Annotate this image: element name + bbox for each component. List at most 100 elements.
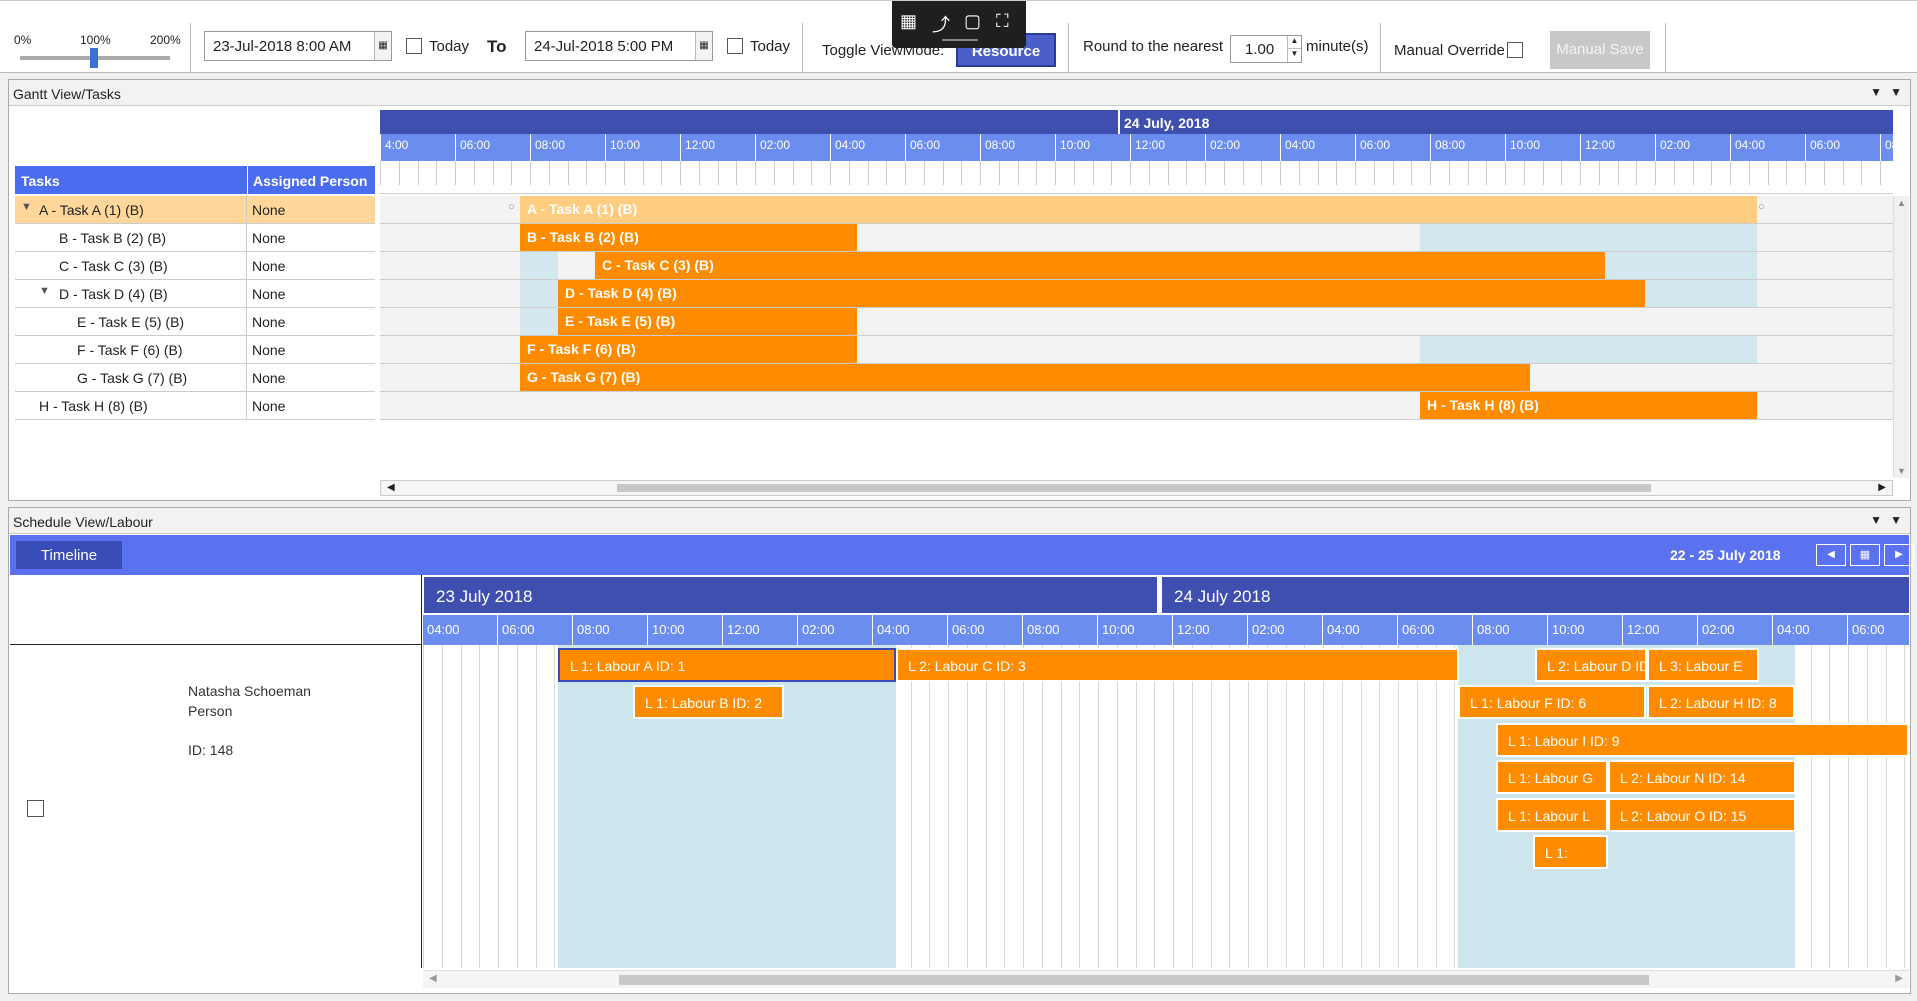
- minor-gridline: [961, 161, 963, 185]
- manual-override-checkbox[interactable]: [1507, 42, 1523, 58]
- calendar-button[interactable]: ▦: [1850, 544, 1880, 566]
- minor-gridline: [980, 161, 981, 185]
- hour-tick: 12:00: [1622, 615, 1697, 645]
- labour-bar-b[interactable]: L 1: Labour B ID: 2: [633, 685, 784, 719]
- task-person: None: [252, 398, 286, 414]
- labour-bar-o[interactable]: L 2: Labour O ID: 15: [1608, 798, 1796, 832]
- round-label: Round to the nearest: [1083, 38, 1224, 55]
- minor-gridline: [1617, 161, 1619, 185]
- start-date-input[interactable]: 23-Jul-2018 8:00 AM ▦: [204, 31, 392, 61]
- capture-settings-icon[interactable]: ▦: [900, 11, 917, 32]
- labour-bar-a[interactable]: L 1: Labour A ID: 1: [558, 648, 896, 682]
- task-name: B - Task B (2) (B): [59, 230, 167, 246]
- round-stepper[interactable]: 1.00 ▲ ▼: [1230, 35, 1302, 63]
- labour-bar-l[interactable]: L 1: Labour L: [1496, 798, 1608, 832]
- labour-bar-e[interactable]: L 3: Labour E: [1647, 648, 1759, 682]
- stepper-up-icon[interactable]: ▲: [1287, 36, 1301, 49]
- labour-bar-n[interactable]: L 2: Labour N ID: 14: [1608, 760, 1796, 794]
- labour-bar-g[interactable]: L 1: Labour G: [1496, 760, 1608, 794]
- labour-bar-partial[interactable]: L 1:: [1533, 835, 1608, 869]
- minor-gridline: [942, 161, 944, 185]
- prev-range-button[interactable]: ◀: [1816, 544, 1846, 566]
- scroll-right-icon[interactable]: ▶: [1895, 973, 1903, 984]
- labour-bar-i[interactable]: L 1: Labour I ID: 9: [1496, 723, 1909, 757]
- end-today-checkbox[interactable]: [727, 38, 743, 54]
- labour-bar-f[interactable]: L 1: Labour F ID: 6: [1458, 685, 1646, 719]
- task-row[interactable]: H - Task H (8) (B) None: [15, 392, 375, 420]
- zoom-mid-label: 100%: [80, 33, 111, 47]
- col-tasks-header[interactable]: Tasks: [21, 173, 60, 189]
- task-name: C - Task C (3) (B): [59, 258, 168, 274]
- pointer-capture-icon[interactable]: ⤴: [932, 11, 950, 37]
- scroll-left-icon[interactable]: ◀: [387, 482, 395, 493]
- scroll-left-icon[interactable]: ◀: [429, 973, 437, 984]
- stepper-down-icon[interactable]: ▼: [1287, 49, 1301, 62]
- resource-name: Natasha Schoeman: [188, 683, 311, 699]
- task-name: G - Task G (7) (B): [77, 370, 188, 386]
- gantt-bar-d[interactable]: D - Task D (4) (B): [558, 280, 1645, 307]
- gantt-bar-e[interactable]: E - Task E (5) (B): [558, 308, 857, 335]
- minor-gridline: [929, 645, 931, 968]
- fullscreen-capture-icon[interactable]: ⛶: [996, 11, 1009, 32]
- task-row[interactable]: B - Task B (2) (B) None: [15, 224, 375, 252]
- bar-handle-icon[interactable]: ○: [508, 201, 515, 213]
- labour-bar-d[interactable]: L 2: Labour D ID: 4: [1535, 648, 1647, 682]
- minor-gridline: [1430, 161, 1431, 185]
- minor-gridline: [417, 161, 419, 185]
- task-row[interactable]: ▼ A - Task A (1) (B) None: [15, 196, 375, 224]
- zoom-slider-thumb[interactable]: [90, 48, 98, 68]
- task-row[interactable]: G - Task G (7) (B) None: [15, 364, 375, 392]
- dropdown-icon[interactable]: ▼: [1870, 85, 1882, 99]
- region-capture-icon[interactable]: ▢: [964, 11, 981, 32]
- minor-gridline: [1392, 161, 1394, 185]
- hour-tick: 12:00: [1130, 134, 1205, 161]
- minor-gridline: [1304, 645, 1306, 968]
- scrollbar-thumb[interactable]: [619, 975, 1649, 985]
- gantt-bar-h[interactable]: H - Task H (8) (B): [1420, 392, 1757, 419]
- pin-icon[interactable]: ▼: [1890, 85, 1902, 99]
- timeline-tab[interactable]: Timeline: [16, 541, 122, 569]
- collapse-icon[interactable]: ▼: [21, 201, 32, 213]
- gantt-summary-bar-a[interactable]: A - Task A (1) (B): [520, 196, 1757, 223]
- task-name: A - Task A (1) (B): [39, 202, 144, 218]
- start-today-checkbox[interactable]: [406, 38, 422, 54]
- resource-checkbox[interactable]: [27, 800, 44, 817]
- gantt-vertical-scrollbar[interactable]: ▲ ▼: [1893, 196, 1909, 478]
- end-today-label: Today: [750, 38, 791, 55]
- task-row[interactable]: C - Task C (3) (B) None: [15, 252, 375, 280]
- calendar-icon[interactable]: ▦: [695, 32, 712, 60]
- next-range-button[interactable]: ▶: [1884, 544, 1914, 566]
- minor-gridline: [1730, 161, 1731, 185]
- pin-icon[interactable]: ▼: [1890, 513, 1902, 527]
- labour-bar-c[interactable]: L 2: Labour C ID: 3: [896, 648, 1459, 682]
- gantt-horizontal-scrollbar[interactable]: ◀ ▶: [380, 480, 1893, 496]
- scrollbar-thumb[interactable]: [617, 484, 1651, 492]
- col-person-header[interactable]: Assigned Person: [253, 173, 367, 189]
- gantt-bar-g[interactable]: G - Task G (7) (B): [520, 364, 1530, 391]
- scroll-up-icon[interactable]: ▲: [1897, 198, 1906, 208]
- collapse-icon[interactable]: ▼: [39, 285, 50, 297]
- minor-gridline: [441, 645, 443, 968]
- gantt-bar-b[interactable]: B - Task B (2) (B): [520, 224, 857, 251]
- task-row[interactable]: F - Task F (6) (B) None: [15, 336, 375, 364]
- gantt-bar-f[interactable]: F - Task F (6) (B): [520, 336, 857, 363]
- task-row[interactable]: E - Task E (5) (B) None: [15, 308, 375, 336]
- scroll-down-icon[interactable]: ▼: [1897, 466, 1906, 476]
- minor-gridline: [1848, 645, 1849, 968]
- bar-handle-icon[interactable]: ○: [1758, 201, 1765, 213]
- minor-gridline: [1023, 645, 1024, 968]
- minor-gridline: [1379, 645, 1381, 968]
- task-row[interactable]: ▼ D - Task D (4) (B) None: [15, 280, 375, 308]
- hour-tick: 10:00: [1505, 134, 1580, 161]
- minor-gridline: [1505, 161, 1506, 185]
- end-date-input[interactable]: 24-Jul-2018 5:00 PM ▦: [525, 31, 713, 61]
- minor-gridline: [1880, 161, 1881, 185]
- scroll-right-icon[interactable]: ▶: [1878, 482, 1886, 493]
- calendar-icon[interactable]: ▦: [374, 32, 391, 60]
- labour-bar-h[interactable]: L 2: Labour H ID: 8: [1647, 685, 1795, 719]
- minor-gridline: [642, 161, 644, 185]
- dropdown-icon[interactable]: ▼: [1870, 513, 1882, 527]
- manual-save-button[interactable]: Manual Save: [1550, 31, 1650, 69]
- schedule-horizontal-scrollbar[interactable]: ◀ ▶: [423, 970, 1909, 988]
- gantt-bar-c[interactable]: C - Task C (3) (B): [595, 252, 1605, 279]
